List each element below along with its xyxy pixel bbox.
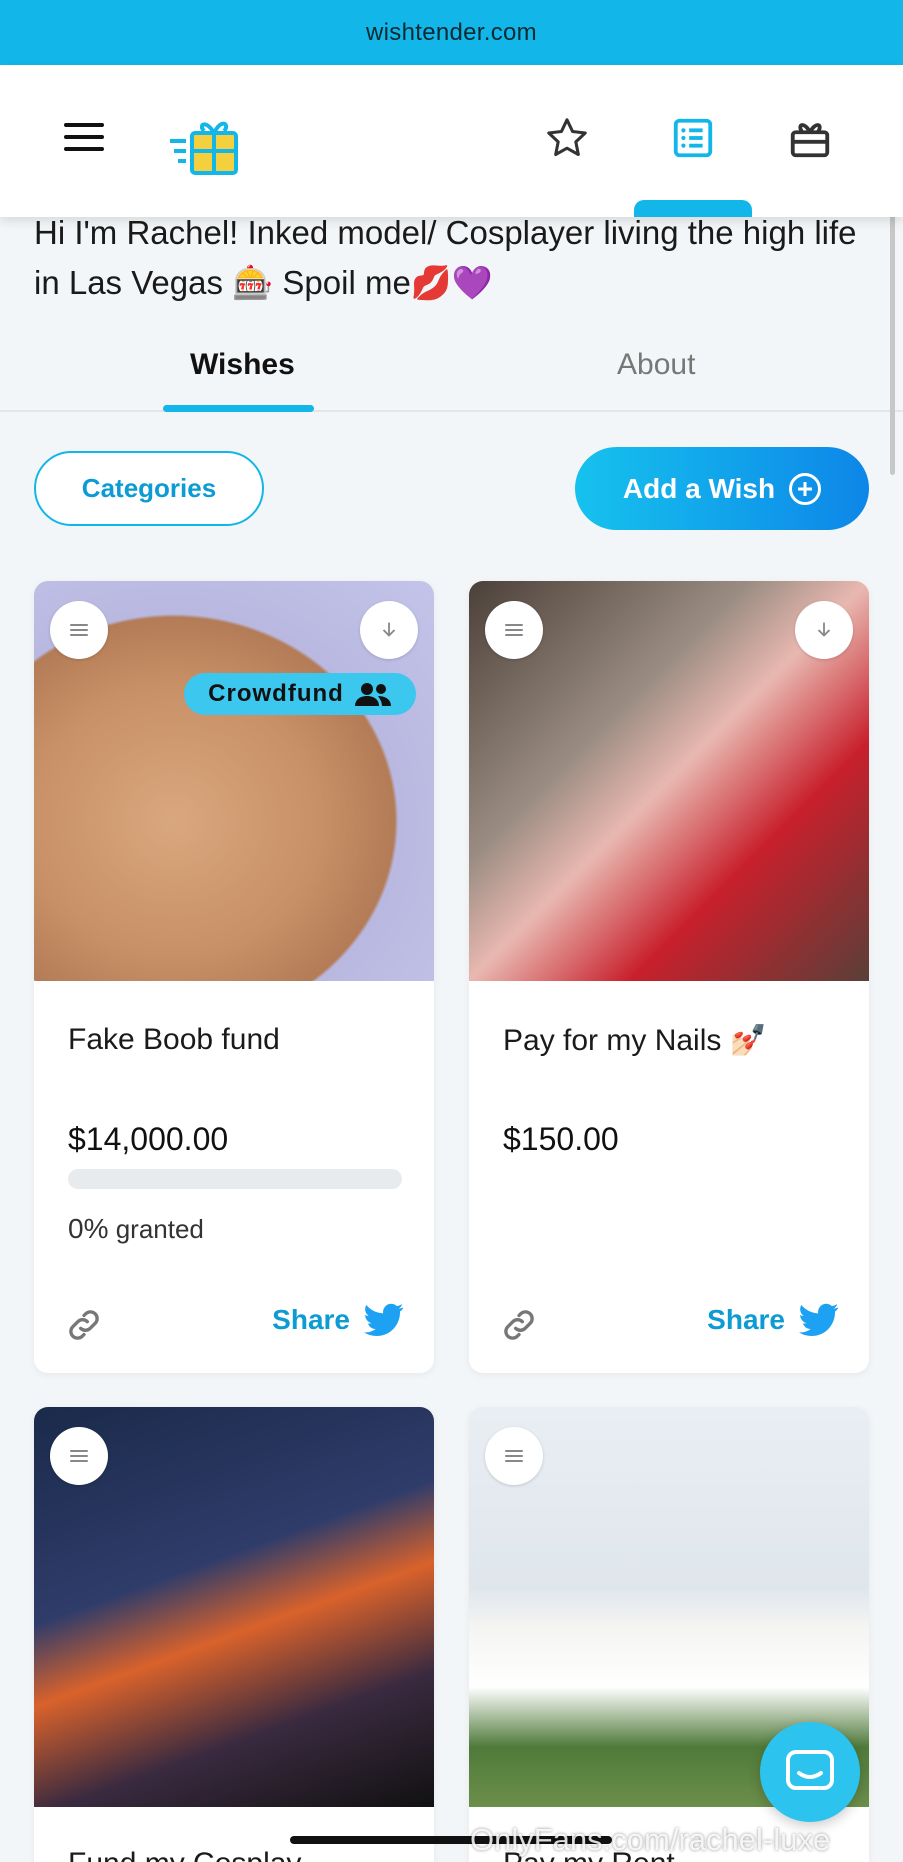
categories-button[interactable]: Categories [34, 451, 264, 526]
granted-label: granted [115, 1214, 204, 1244]
granted-text: 0% granted [68, 1213, 204, 1245]
share-label: Share [707, 1304, 785, 1335]
wish-image[interactable]: Crowdfund [34, 581, 434, 981]
add-wish-label: Add a Wish [622, 472, 776, 504]
crowdfund-badge: Crowdfund [184, 673, 416, 715]
chat-button[interactable] [760, 1722, 860, 1822]
crowdfund-label: Crowdfund [208, 680, 344, 707]
link-icon[interactable] [64, 1305, 104, 1345]
wish-menu-button[interactable] [50, 601, 108, 659]
wish-title: Fake Boob fund [68, 1023, 280, 1056]
wish-image[interactable] [469, 581, 869, 981]
gift-logo-icon[interactable] [168, 103, 248, 183]
gift-icon[interactable] [787, 115, 833, 161]
wish-title: Fund my Cosplay [68, 1847, 301, 1862]
active-tab-indicator [163, 405, 314, 412]
twitter-icon [799, 1303, 839, 1336]
arrow-down-icon [382, 622, 396, 637]
tab-about[interactable]: About [617, 348, 695, 382]
wish-menu-button[interactable] [50, 1427, 108, 1485]
tab-wishes[interactable]: Wishes [190, 348, 295, 382]
hamburger-icon[interactable] [64, 123, 104, 153]
url-text: wishtender.com [366, 18, 537, 46]
profile-bio: Hi I'm Rachel! Inked model/ Cosplayer li… [34, 214, 857, 301]
chat-icon [786, 1750, 834, 1790]
add-wish-button[interactable]: Add a Wish [575, 447, 869, 530]
download-button[interactable] [360, 601, 418, 659]
group-icon [354, 683, 391, 706]
wish-image[interactable] [34, 1407, 434, 1807]
arrow-down-icon [817, 622, 831, 637]
menu-lines-icon [70, 1447, 88, 1465]
share-label: Share [272, 1304, 350, 1335]
download-button[interactable] [795, 601, 853, 659]
plus-circle-icon [789, 472, 822, 505]
wish-menu-button[interactable] [485, 601, 543, 659]
menu-lines-icon [505, 621, 523, 639]
menu-lines-icon [505, 1447, 523, 1465]
browser-url-bar[interactable]: wishtender.com [0, 0, 903, 65]
menu-lines-icon [70, 621, 88, 639]
active-nav-indicator [634, 200, 752, 217]
wish-card[interactable]: Crowdfund Fake Boob fund $14,000.00 0% g… [34, 581, 434, 1373]
tab-divider [0, 410, 903, 412]
top-nav [0, 65, 903, 217]
wish-price: $14,000.00 [68, 1121, 229, 1157]
watermark: OnlyFans.com/rachel-luxe [470, 1822, 831, 1857]
twitter-icon [364, 1303, 404, 1336]
list-icon[interactable] [670, 115, 716, 161]
wish-menu-button[interactable] [485, 1427, 543, 1485]
wish-card[interactable]: Fund my Cosplay [34, 1407, 434, 1862]
granted-percent: 0% [68, 1213, 109, 1244]
wish-card[interactable]: Pay for my Nails 💅🏻 $150.00 Share [469, 581, 869, 1373]
funding-progress-bar [68, 1169, 402, 1189]
star-icon[interactable] [544, 115, 590, 161]
link-icon[interactable] [499, 1305, 539, 1345]
share-button[interactable]: Share [272, 1303, 404, 1337]
wish-price: $150.00 [503, 1121, 619, 1157]
wish-title: Pay for my Nails 💅🏻 [503, 1024, 768, 1057]
share-button[interactable]: Share [707, 1303, 839, 1337]
